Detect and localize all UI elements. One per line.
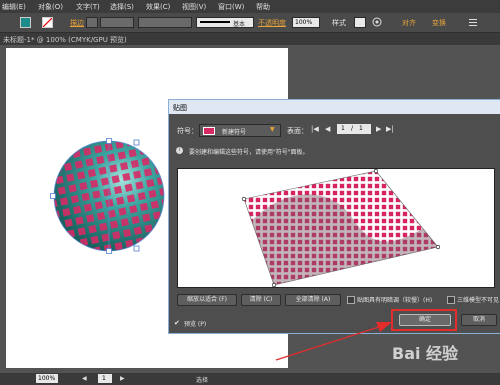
zoom-field[interactable]: 100% [36, 374, 58, 383]
control-bar: 描边 基本 不透明度 100% 样式 对齐 变换 [0, 13, 500, 33]
opacity-input[interactable]: 100% [292, 17, 320, 28]
selection-handle-bottom[interactable] [106, 248, 112, 254]
info-text: 要创建和编辑这些符号，请使用"符号"面板。 [189, 149, 309, 156]
menu-window[interactable]: 窗口(W) [218, 2, 244, 12]
menu-bar: 编辑(E) 对象(O) 文字(T) 选择(S) 效果(C) 视图(V) 窗口(W… [0, 0, 500, 13]
chevron-down-icon: ▼ [270, 126, 275, 133]
zoom-value: 100% [38, 375, 56, 382]
surface-label: 表面： [287, 127, 308, 135]
menu-effect[interactable]: 效果(C) [146, 2, 170, 12]
recolor-icon[interactable] [372, 17, 382, 27]
artboard-number-field[interactable]: 1 [98, 374, 112, 383]
baidu-watermark: Bai 经验 [392, 344, 459, 363]
preview-check-icon[interactable]: ✔ [174, 319, 180, 327]
surface-separator: / [351, 125, 354, 132]
menu-view[interactable]: 视图(V) [182, 2, 206, 12]
status-bar: 100% ◀ 1 ▶ 选择 [0, 373, 500, 385]
symbol-value: 新建符号 [222, 129, 247, 136]
corner-handle-top-right[interactable] [373, 169, 379, 174]
symbol-label: 符号： [177, 127, 198, 135]
clear-all-button[interactable]: 全部清除 (A) [285, 294, 341, 306]
selection-handle-left[interactable] [50, 193, 56, 199]
style-swatch[interactable] [354, 17, 366, 28]
menu-select[interactable]: 选择(S) [110, 2, 134, 12]
next-artboard-icon[interactable]: ▶ [120, 375, 125, 382]
style-label: 样式 [332, 19, 346, 27]
menu-help[interactable]: 帮助 [256, 2, 270, 12]
annotation-arrow [275, 322, 392, 361]
variable-width-dropdown[interactable] [138, 17, 192, 28]
corner-handle-bottom-right[interactable] [435, 244, 441, 250]
opacity-label[interactable]: 不透明度 [258, 18, 286, 28]
selection-handle-top[interactable] [106, 138, 112, 144]
last-surface-icon[interactable]: ▶| [386, 125, 394, 133]
surface-current: 1 [341, 125, 345, 132]
document-title: 未标题-1* @ 100% (CMYK/GPU 预览) [3, 36, 127, 44]
panel-options-icon[interactable] [468, 17, 478, 27]
visible-surface-shade [244, 194, 438, 285]
menu-edit[interactable]: 编辑(E) [2, 2, 26, 12]
artwork-preview-area[interactable] [177, 168, 495, 288]
info-icon: i [176, 147, 183, 154]
dialog-title-bar[interactable]: 贴图 [169, 100, 500, 114]
sphere-artwork[interactable] [48, 132, 170, 258]
stroke-line-preview [200, 21, 230, 23]
stroke-weight-input[interactable] [100, 17, 134, 28]
corner-handle-bottom-left[interactable] [271, 282, 277, 287]
transform-link[interactable]: 变换 [432, 18, 446, 28]
first-surface-icon[interactable]: |◀ [311, 125, 319, 133]
invisible-geometry-checkbox[interactable] [447, 296, 455, 304]
scale-to-fit-button[interactable]: 缩放以适合 (F) [177, 294, 237, 306]
preview-label: 预览 (P) [184, 321, 207, 328]
stroke-swatch[interactable] [42, 17, 53, 28]
align-link[interactable]: 对齐 [402, 18, 416, 28]
symbol-dropdown[interactable]: 新建符号 ▼ [199, 124, 281, 137]
shade-artwork-checkbox[interactable] [347, 296, 355, 304]
stroke-label[interactable]: 描边 [70, 18, 84, 28]
surface-number-field[interactable]: 1 / 1 [337, 124, 371, 134]
prev-surface-icon[interactable]: ◀ [325, 125, 330, 133]
symbol-thumbnail [203, 127, 215, 135]
ok-button[interactable]: 确定 [399, 314, 451, 326]
surface-map-preview [241, 169, 441, 287]
corner-handle-top-left[interactable] [241, 196, 247, 202]
artboard-number: 1 [102, 375, 106, 382]
stroke-style-label: 基本 [233, 21, 246, 28]
clear-button[interactable]: 清除 (C) [241, 294, 281, 306]
no-stroke-icon [43, 18, 52, 27]
selection-handle-bottom-right[interactable] [133, 245, 140, 252]
document-tab[interactable]: 未标题-1* @ 100% (CMYK/GPU 预览) [0, 33, 500, 45]
next-surface-icon[interactable]: ▶ [376, 125, 381, 133]
map-art-dialog: 贴图 符号： 新建符号 ▼ 表面： |◀ ◀ 1 / 1 ▶ ▶| i 要创建和… [168, 99, 500, 334]
shade-artwork-label: 贴图具有明暗调（较慢）(H) [357, 297, 433, 304]
fill-swatch[interactable] [20, 17, 31, 28]
invisible-geometry-label: 三维模型不可见 [457, 297, 500, 304]
prev-artboard-icon[interactable]: ◀ [82, 375, 87, 382]
current-tool-label: 选择 [196, 377, 209, 384]
stroke-weight-stepper[interactable] [86, 17, 98, 28]
menu-object[interactable]: 对象(O) [38, 2, 63, 12]
cancel-button[interactable]: 取消 [461, 314, 497, 326]
surface-total: 1 [359, 125, 363, 132]
brush-dropdown[interactable]: 基本 [196, 17, 254, 28]
dialog-title: 贴图 [173, 104, 187, 112]
menu-type[interactable]: 文字(T) [76, 2, 100, 12]
opacity-value: 100% [295, 19, 313, 26]
selection-handle-top-right[interactable] [133, 139, 140, 146]
